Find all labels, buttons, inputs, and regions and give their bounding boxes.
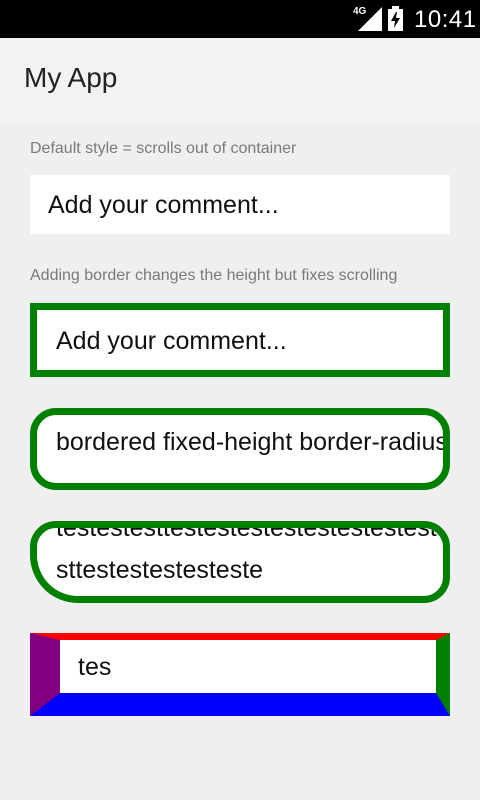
comment-input-bordered[interactable]: Add your comment... [30,303,450,377]
status-bar: 4G 10:41 [0,0,480,38]
input-text-line-2: sttestestestesteste [56,556,264,584]
input-rounded-fixed-height[interactable]: bordered fixed-height border-radius [30,408,450,490]
input-multicolor-border[interactable]: tes [30,633,450,716]
action-bar: My App [0,38,480,122]
input-text-line-1: testestesttestestestestestestestestestes… [56,521,450,542]
caption-default-style: Default style = scrolls out of container [30,140,297,157]
content-area: Default style = scrolls out of container… [0,122,480,800]
status-clock: 10:41 [414,6,477,33]
input-rounded-scrolled[interactable]: testestesttestestestestestestestestestes… [30,521,450,603]
comment-input-default[interactable]: Add your comment... [30,175,450,234]
battery-charging-icon [388,6,403,31]
signal-strength-icon [358,7,382,31]
app-title: My App [24,62,118,93]
caption-border-style: Adding border changes the height but fix… [30,267,398,284]
